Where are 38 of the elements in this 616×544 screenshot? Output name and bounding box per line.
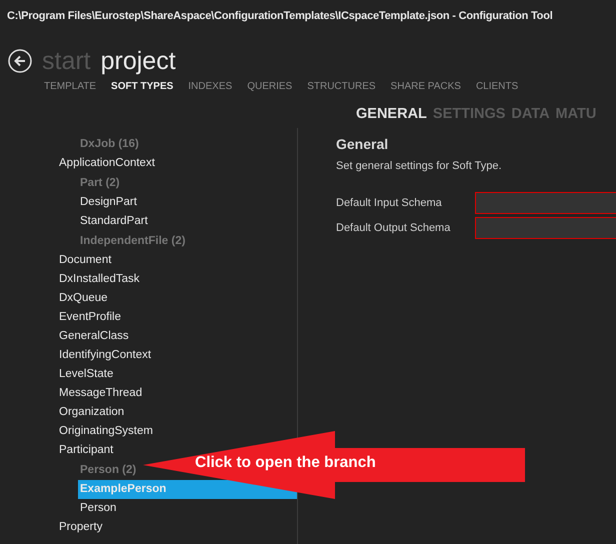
tree-item[interactable]: DesignPart [78,193,139,212]
tree-item[interactable]: ApplicationContext [57,154,157,173]
tree-group[interactable]: Person (2) [80,464,136,476]
tree-group[interactable]: IndependentFile (2) [80,235,186,247]
tree-item[interactable]: LevelState [57,365,116,384]
tab[interactable]: GENERAL [356,106,427,136]
breadcrumb-link[interactable]: project [100,48,176,74]
tree-item[interactable]: Document [57,251,114,270]
tree-item[interactable]: MessageThread [57,384,144,403]
tree-group[interactable]: DxJob (16) [80,138,139,150]
tab[interactable]: QUERIES [247,81,292,106]
tree-item[interactable]: OriginatingSystem [57,422,155,441]
tree-item[interactable]: StandardPart [78,212,150,231]
tree-group[interactable]: Part (2) [80,177,120,189]
tree-item[interactable]: Property [57,518,104,537]
tree-item[interactable]: GeneralClass [57,327,131,346]
tab[interactable]: SHARE PACKS [390,81,461,106]
tab[interactable]: TEMPLATE [44,81,96,106]
tree-item[interactable]: EventProfile [57,308,124,327]
back-icon[interactable] [8,49,32,73]
tab[interactable]: INDEXES [188,81,232,106]
tree-item[interactable]: Person [78,499,118,518]
input-field[interactable] [475,216,616,238]
window-title: C:\Program Files\Eurostep\ShareAspace\ConfigurationTemplates\ICspaceTemplate.json - Configuration Tool [6,9,554,24]
input-field[interactable] [475,192,616,214]
field-label: Default Input Schema [336,196,443,208]
tree-item[interactable]: DxQueue [57,289,110,308]
tab[interactable]: STRUCTURES [307,81,376,106]
annotation-text: Click to open the branch [195,454,376,472]
section-title: General [336,136,390,154]
tab[interactable]: CLIENTS [476,81,518,106]
tree-item[interactable]: DxInstalledTask [57,270,142,289]
tree-item[interactable]: Organization [57,403,126,422]
field-label: Default Output Schema [336,222,452,234]
section-description: Set general settings for Soft Type. [336,160,503,174]
tree-item[interactable]: IdentifyingContext [57,346,154,365]
tab[interactable]: SOFT TYPES [111,81,174,106]
tree-item[interactable]: Participant [57,441,116,460]
